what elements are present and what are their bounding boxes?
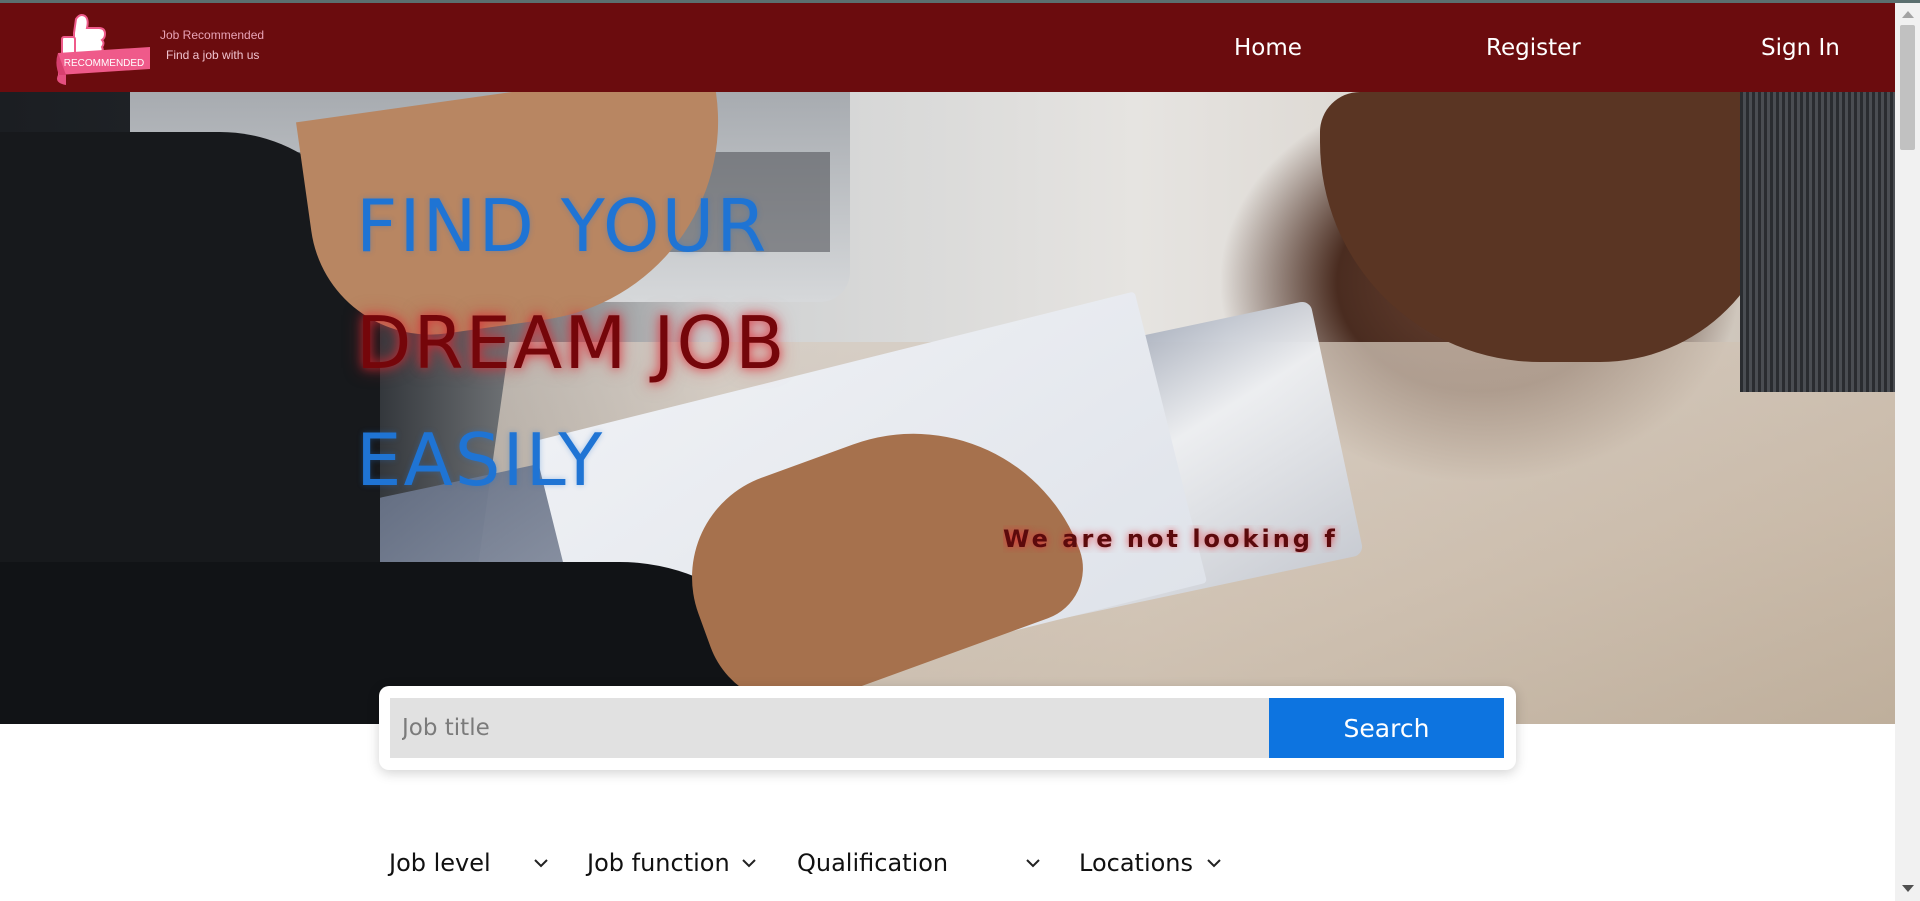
- chevron-down-icon: [742, 859, 756, 868]
- hero-tagline: We are not looking f: [1003, 525, 1338, 553]
- scrollbar-thumb[interactable]: [1900, 25, 1915, 150]
- filter-label: Locations: [1079, 849, 1194, 877]
- vertical-scrollbar[interactable]: [1895, 3, 1920, 901]
- filter-job-function-dropdown[interactable]: Job function: [587, 843, 762, 883]
- filter-label: Qualification: [797, 849, 949, 877]
- hero-headline-line-2: DREAM JOB: [356, 301, 787, 385]
- chevron-down-icon: [1207, 859, 1221, 868]
- filter-job-level-dropdown[interactable]: Job level: [389, 843, 554, 883]
- chevron-down-icon: [534, 859, 548, 868]
- brand-name: Job Recommended: [160, 28, 265, 42]
- brand-tagline: Find a job with us: [166, 48, 260, 62]
- brand-text: Job Recommended Find a job with us: [160, 25, 264, 65]
- scroll-down-arrow-icon[interactable]: [1902, 885, 1914, 892]
- job-title-search-input[interactable]: [390, 698, 1269, 758]
- filter-locations-dropdown[interactable]: Locations: [1079, 843, 1229, 883]
- nav-sign-in-link[interactable]: Sign In: [1761, 3, 1840, 92]
- search-bar: Search: [379, 686, 1516, 770]
- scroll-up-arrow-icon[interactable]: [1902, 11, 1914, 18]
- thumbs-up-logo-icon: RECOMMENDED: [56, 14, 150, 85]
- hero-headline-line-1: FIND YOUR: [356, 184, 769, 268]
- logo[interactable]: RECOMMENDED: [56, 9, 156, 91]
- hero-photo-clasped-hands: [1320, 92, 1780, 362]
- chevron-down-icon: [1026, 859, 1040, 868]
- filter-label: Job level: [389, 849, 491, 877]
- nav-home-link[interactable]: Home: [1234, 3, 1302, 92]
- svg-text:RECOMMENDED: RECOMMENDED: [64, 58, 145, 69]
- hero-banner: FIND YOUR DREAM JOB EASILY We are not lo…: [0, 92, 1895, 724]
- filter-qualification-dropdown[interactable]: Qualification: [797, 843, 1047, 883]
- filter-label: Job function: [587, 849, 730, 877]
- hero-photo-striped-sleeve: [1740, 92, 1895, 392]
- hero-headline-line-3: EASILY: [356, 418, 605, 502]
- search-button[interactable]: Search: [1269, 698, 1504, 758]
- nav-register-link[interactable]: Register: [1486, 3, 1581, 92]
- site-header: RECOMMENDED Job Recommended Find a job w…: [0, 3, 1895, 92]
- page: RECOMMENDED Job Recommended Find a job w…: [0, 0, 1920, 901]
